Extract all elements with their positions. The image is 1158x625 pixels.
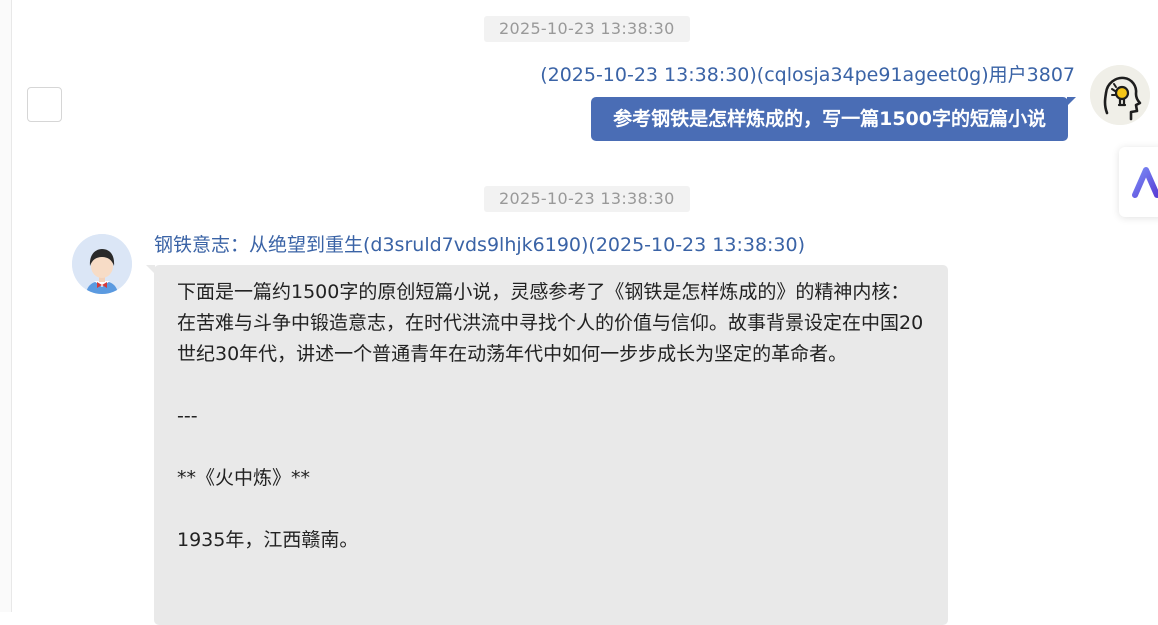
lightbulb-head-icon: [1090, 65, 1150, 125]
user-avatar[interactable]: [1090, 65, 1150, 125]
message-timestamp: 2025-10-23 13:38:30: [484, 186, 690, 212]
message-paragraph: **《火中炼》**: [177, 467, 311, 489]
user-message-bubble: 参考钢铁是怎样炼成的，写一篇1500字的短篇小说: [591, 97, 1076, 141]
assistant-side-widget[interactable]: [1119, 147, 1158, 217]
user-message-header: (2025-10-23 13:38:30)(cqlosja34pe91ageet…: [540, 64, 1075, 86]
message-paragraph: 下面是一篇约1500字的原创短篇小说，灵感参考了《钢铁是怎样炼成的》的精神内核：…: [177, 281, 924, 365]
message-paragraph: 1935年，江西赣南。: [177, 529, 359, 551]
person-bowtie-icon: [72, 234, 132, 294]
message-select-checkbox[interactable]: [27, 87, 62, 122]
bot-message-header: 钢铁意志：从绝望到重生(d3sruld7vds9lhjk6190)(2025-1…: [154, 234, 806, 256]
left-panel-border: [0, 0, 12, 612]
message-timestamp: 2025-10-23 13:38:30: [484, 16, 690, 42]
message-paragraph: ---: [177, 405, 198, 427]
bot-message-bubble: 下面是一篇约1500字的原创短篇小说，灵感参考了《钢铁是怎样炼成的》的精神内核：…: [146, 265, 948, 625]
bot-avatar[interactable]: [72, 234, 132, 294]
a-logo-icon: [1132, 167, 1158, 198]
